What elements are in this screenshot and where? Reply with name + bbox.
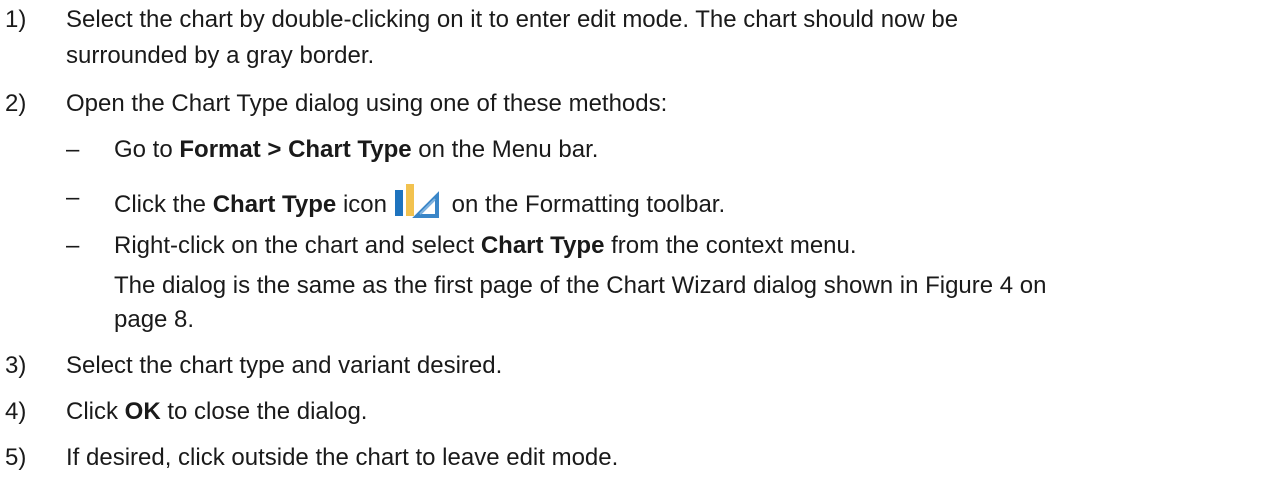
method-1-before: Go to — [114, 136, 180, 163]
step-1-text-line2: surrounded by a gray border. — [66, 42, 375, 69]
method-3-bold: Chart Type — [480, 232, 605, 259]
method-2-after: on the Formatting toolbar. — [444, 191, 726, 218]
step-5-number: 5) — [5, 444, 27, 471]
chart-type-icon — [391, 184, 441, 218]
step-4-number: 4) — [5, 398, 27, 425]
method-2-mid: icon — [336, 191, 387, 218]
step-2-number: 2) — [5, 90, 27, 117]
step-2-text: Open the Chart Type dialog using one of … — [66, 90, 668, 117]
method-2-before: Click the — [114, 191, 213, 218]
method-3-dash: – — [66, 232, 80, 259]
method-2-bold: Chart Type — [212, 191, 337, 218]
step-3-number: 3) — [5, 352, 27, 379]
step-4-after: to close the dialog. — [160, 398, 368, 425]
method-2-dash: – — [66, 184, 80, 211]
step-2-note-line2: page 8. — [114, 306, 195, 333]
step-1-number: 1) — [5, 6, 27, 33]
method-2-text: Click the Chart Type icon on the Formatt… — [114, 184, 725, 219]
method-3-before: Right-click on the chart and select — [114, 232, 481, 259]
method-1-after: on the Menu bar. — [411, 136, 599, 163]
step-2-note-line1: The dialog is the same as the first page… — [114, 272, 1047, 299]
step-5-text: If desired, click outside the chart to l… — [66, 444, 619, 471]
method-1-dash: – — [66, 136, 80, 163]
method-3-after: from the context menu. — [604, 232, 857, 259]
step-4-bold: OK — [124, 398, 161, 425]
step-4-before: Click — [66, 398, 125, 425]
method-1-text: Go to Format > Chart Type on the Menu ba… — [114, 136, 598, 164]
method-1-bold: Format > Chart Type — [179, 136, 412, 163]
step-3-text: Select the chart type and variant desire… — [66, 352, 503, 379]
method-3-text: Right-click on the chart and select Char… — [114, 232, 857, 260]
step-4-text: Click OK to close the dialog. — [66, 398, 367, 426]
step-1-text-line1: Select the chart by double-clicking on i… — [66, 6, 959, 33]
